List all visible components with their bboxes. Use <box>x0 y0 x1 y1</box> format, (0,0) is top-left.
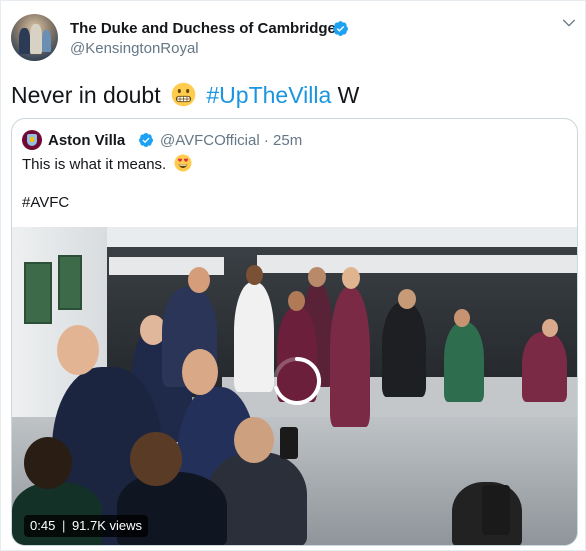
heart-eyes-emoji <box>174 154 192 172</box>
video-duration-badge: 0:45 | 91.7K views <box>24 515 149 537</box>
grimacing-face-emoji <box>171 82 196 107</box>
tweet-text-suffix: W <box>337 82 360 108</box>
quoted-author-avatar[interactable] <box>22 130 42 150</box>
tweet-text-main: Never in doubt <box>11 82 161 108</box>
author-handle[interactable]: @KensingtonRoyal <box>70 39 199 58</box>
tweet-card: The Duke and Duchess of Cambridge @Kensi… <box>0 0 586 551</box>
loading-spinner-icon <box>273 356 322 405</box>
video-duration: 0:45 <box>30 518 56 533</box>
quoted-author-handle[interactable]: @AVFCOfficial · 25m <box>160 131 302 150</box>
quoted-hashtag[interactable]: #AVFC <box>22 193 69 213</box>
tweet-text: Never in doubt #UpTheVilla W <box>11 81 359 109</box>
author-name[interactable]: The Duke and Duchess of Cambridge <box>70 19 336 38</box>
quoted-text-main: This is what it means. <box>22 156 167 173</box>
badge-separator: | <box>61 518 66 533</box>
quoted-tweet[interactable]: Aston Villa @AVFCOfficial · 25m This is … <box>11 118 578 546</box>
verified-badge-icon <box>139 133 153 147</box>
video-player[interactable]: 0:45 | 91.7K views <box>12 227 577 545</box>
video-views: 91.7K views <box>71 518 143 533</box>
author-avatar[interactable] <box>11 14 58 61</box>
quoted-tweet-text: This is what it means. <box>22 154 192 175</box>
verified-badge-icon <box>333 21 348 36</box>
chevron-down-icon[interactable] <box>561 15 577 31</box>
hashtag-link[interactable]: #UpTheVilla <box>206 82 331 108</box>
quoted-author-name[interactable]: Aston Villa <box>48 131 125 150</box>
